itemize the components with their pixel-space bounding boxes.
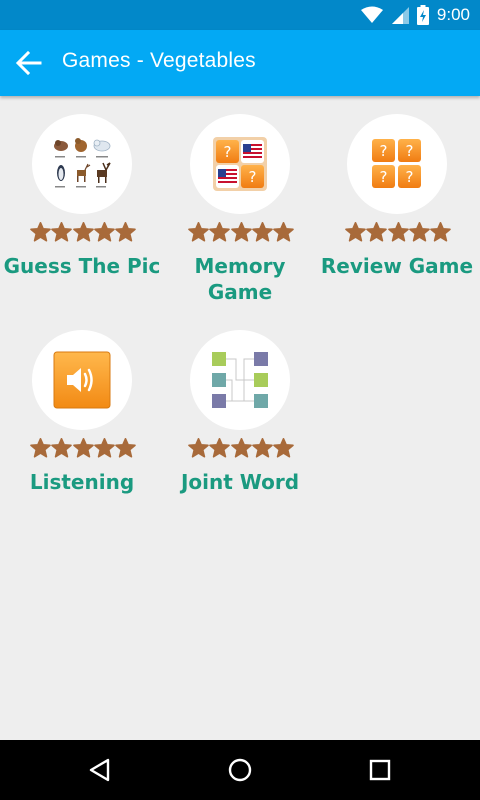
game-tile-memory-game[interactable]: ? ? Memory Game: [161, 96, 319, 306]
game-tile-joint-word[interactable]: Joint Word: [161, 312, 319, 502]
star-icon: [230, 438, 252, 458]
star-icon: [273, 438, 294, 458]
animals-collage-icon: [54, 138, 111, 188]
star-icon: [230, 222, 252, 242]
star-icon: [209, 438, 231, 458]
star-icon: [30, 438, 51, 458]
arrow-back-icon[interactable]: [14, 49, 44, 77]
svg-text:?: ?: [406, 168, 414, 186]
cell-signal-icon: [391, 7, 409, 24]
rating-stars: [345, 222, 451, 244]
game-label: Listening: [29, 470, 135, 494]
recents-square-icon[interactable]: [364, 754, 396, 786]
star-icon: [273, 222, 294, 242]
star-icon: [251, 222, 273, 242]
rating-stars: [30, 438, 136, 460]
star-icon: [93, 438, 115, 458]
svg-text:?: ?: [380, 168, 388, 186]
battery-charging-icon: [416, 5, 429, 25]
star-icon: [72, 222, 94, 242]
game-icon-circle: [32, 114, 132, 214]
game-icon-circle: [190, 330, 290, 430]
star-icon: [51, 438, 73, 458]
game-label: Joint Word: [180, 470, 300, 494]
star-icon: [115, 222, 136, 242]
status-icons: 9:00: [360, 4, 470, 26]
system-nav-bar: [0, 740, 480, 800]
status-time: 9:00: [436, 5, 470, 24]
star-icon: [93, 222, 115, 242]
svg-text:?: ?: [249, 168, 257, 186]
star-icon: [345, 222, 366, 242]
svg-text:?: ?: [406, 142, 414, 160]
star-icon: [51, 222, 73, 242]
star-icon: [72, 438, 94, 458]
back-triangle-icon[interactable]: [84, 754, 116, 786]
star-icon: [366, 222, 388, 242]
star-icon: [430, 222, 451, 242]
game-icon-circle: ? ?: [190, 114, 290, 214]
speaker-icon: [53, 351, 111, 409]
game-icon-circle: ? ? ? ?: [347, 114, 447, 214]
question-cards-icon: ? ? ? ?: [372, 139, 421, 188]
star-icon: [251, 438, 273, 458]
rating-stars: [188, 222, 294, 244]
rating-stars: [188, 438, 294, 460]
star-icon: [387, 222, 409, 242]
star-icon: [188, 438, 209, 458]
rating-stars: [30, 222, 136, 244]
star-icon: [209, 222, 231, 242]
memory-cards-icon: ? ?: [213, 137, 267, 191]
game-tile-review-game[interactable]: ? ? ? ? Review Game: [318, 96, 476, 306]
page-title: Games - Vegetables: [62, 49, 256, 72]
game-label: Guess The Pic: [3, 254, 161, 278]
star-icon: [30, 222, 51, 242]
star-icon: [408, 222, 430, 242]
star-icon: [188, 222, 209, 242]
app-bar: Games - Vegetables: [0, 30, 480, 96]
game-tile-guess-the-pic[interactable]: Guess The Pic: [3, 96, 161, 306]
game-label: Review Game: [320, 254, 474, 278]
wifi-icon: [360, 6, 383, 23]
game-tile-listening[interactable]: Listening: [3, 312, 161, 502]
status-bar: 9:00: [0, 0, 480, 30]
home-circle-icon[interactable]: [224, 754, 256, 786]
svg-text:?: ?: [380, 142, 388, 160]
game-icon-circle: [32, 330, 132, 430]
svg-text:?: ?: [224, 143, 232, 161]
star-icon: [115, 438, 136, 458]
match-columns-icon: [212, 352, 268, 408]
game-label: Memory Game: [194, 254, 286, 304]
